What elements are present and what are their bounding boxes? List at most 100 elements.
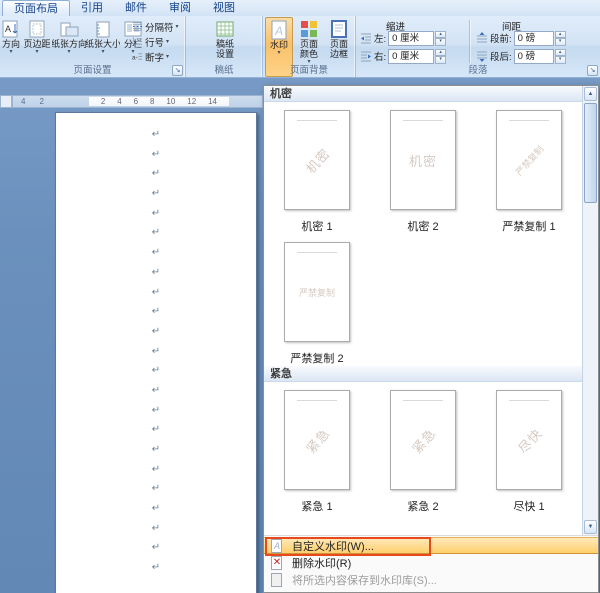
watermark-option-jinji2[interactable]: 紧急 紧急 2 <box>370 390 476 514</box>
paragraph-mark: ↵ <box>151 266 161 278</box>
svg-text:2: 2 <box>132 42 135 47</box>
custom-watermark-icon: A <box>269 538 285 553</box>
watermark-option-jimi1[interactable]: 机密 机密 1 <box>264 110 370 234</box>
paragraph-mark: ↵ <box>151 247 161 259</box>
ribbon: A 方向 ▾ 页边距 ▾ 纸张方向 ▾ 纸张大小 ▾ 分栏 ▾ 分隔符 ▾ 1 … <box>0 16 600 78</box>
remove-watermark-menu-item[interactable]: ✕ 删除水印(R) <box>264 554 598 571</box>
watermark-option-jinji1[interactable]: 紧急 紧急 1 <box>264 390 370 514</box>
ruler-number: 8 <box>150 97 155 106</box>
scroll-up-icon[interactable]: ▲ <box>584 87 597 101</box>
paragraph-mark: ↵ <box>151 463 161 475</box>
spin-up-icon[interactable]: ▴ <box>435 30 447 38</box>
chevron-down-icon: ▾ <box>101 49 105 55</box>
indent-left-stepper[interactable]: ▴ ▾ <box>435 30 447 46</box>
spin-down-icon[interactable]: ▾ <box>554 56 566 64</box>
paragraph-mark: ↵ <box>151 483 161 495</box>
spacing-before-stepper[interactable]: ▴ ▾ <box>554 30 566 46</box>
orientation-button[interactable]: 纸张方向 ▾ <box>52 17 86 65</box>
svg-text:1: 1 <box>132 37 135 42</box>
watermark-option-nocopy2[interactable]: 严禁复制 严禁复制 2 <box>264 242 370 366</box>
watermark-gallery-popup: 机密 机密 机密 1 机密 机密 2 严禁复制 严禁复制 1 严禁复制 严禁复制… <box>263 85 599 593</box>
page-color-icon <box>301 21 317 37</box>
chevron-down-icon: ▾ <box>166 53 170 60</box>
watermark-option-nocopy1[interactable]: 严禁复制 严禁复制 1 <box>476 110 582 234</box>
spacing-after-label: 段后: <box>490 52 512 63</box>
spacing-before-icon <box>477 32 487 43</box>
spin-up-icon[interactable]: ▴ <box>435 48 447 56</box>
dialog-launcher-icon[interactable] <box>172 65 183 76</box>
page-color-button[interactable]: 页面 颜色 ▾ <box>294 17 324 65</box>
document-page[interactable]: ↵ ↵ ↵ ↵ ↵ ↵ ↵ ↵ ↵ ↵ ↵ ↵ ↵ ↵ ↵ ↵ ↵ ↵ ↵ ↵ ↵ ↵ ↵ <box>55 112 257 593</box>
watermark-option-jimi2[interactable]: 机密 机密 2 <box>370 110 476 234</box>
breaks-button[interactable]: 分隔符 ▾ <box>132 19 185 34</box>
ruler-number: 14 <box>208 97 217 106</box>
chevron-down-icon: ▾ <box>175 23 179 30</box>
spin-up-icon[interactable]: ▴ <box>554 30 566 38</box>
spin-down-icon[interactable]: ▾ <box>554 38 566 46</box>
spin-down-icon[interactable]: ▾ <box>435 56 447 64</box>
spacing-after-input[interactable]: 0 磅 <box>513 48 554 64</box>
chevron-down-icon: ▾ <box>67 49 71 55</box>
ruler-numbers: 2 4 6 8 10 12 14 <box>89 97 229 106</box>
paragraph-mark: ↵ <box>151 522 161 534</box>
spacing-after-stepper[interactable]: ▴ ▾ <box>554 48 566 64</box>
gallery-scrollbar[interactable]: ▲ ▼ <box>582 86 598 535</box>
watermark-thumbnail: 严禁复制 <box>284 242 350 342</box>
ribbon-tab-bar: 页面布局 引用 邮件 审阅 视图 <box>0 0 600 16</box>
watermark-thumbnail: 紧急 <box>284 390 350 490</box>
scroll-down-icon[interactable]: ▼ <box>584 520 597 534</box>
spacing-after-icon <box>477 51 487 62</box>
watermark-thumbnail: 机密 <box>390 110 456 210</box>
margins-button[interactable]: 页边距 ▾ <box>22 17 52 65</box>
tab-mailings[interactable]: 邮件 <box>114 0 158 16</box>
dialog-launcher-icon[interactable] <box>587 65 598 76</box>
orientation-icon <box>60 22 79 37</box>
watermark-icon: A <box>271 20 287 40</box>
manuscript-setup-button[interactable]: 稿纸 设置 <box>208 17 242 65</box>
group-inner-divider <box>469 20 470 63</box>
paragraph-mark: ↵ <box>151 542 161 554</box>
indent-right-stepper[interactable]: ▴ ▾ <box>435 48 447 64</box>
ribbon-group-page-setup: A 方向 ▾ 页边距 ▾ 纸张方向 ▾ 纸张大小 ▾ 分栏 ▾ 分隔符 ▾ 1 … <box>0 16 186 77</box>
paragraph-mark: ↵ <box>151 207 161 219</box>
paragraph-mark: ↵ <box>151 148 161 160</box>
svg-text:A: A <box>5 24 11 34</box>
horizontal-ruler[interactable]: 42 2 4 6 8 10 12 14 <box>12 95 263 108</box>
paragraph-mark: ↵ <box>151 404 161 416</box>
custom-watermark-menu-item[interactable]: A 自定义水印(W)... <box>264 537 598 556</box>
tab-selector-box[interactable] <box>0 95 12 108</box>
gallery-section-header-urgent: 紧急 <box>264 366 582 382</box>
tab-view[interactable]: 视图 <box>202 0 246 16</box>
paragraph-mark: ↵ <box>151 129 161 140</box>
indent-right-label: 右: <box>374 52 387 63</box>
spin-up-icon[interactable]: ▴ <box>554 48 566 56</box>
scrollbar-thumb[interactable] <box>584 103 597 203</box>
spin-down-icon[interactable]: ▾ <box>435 38 447 46</box>
indent-right-icon <box>361 51 371 62</box>
watermark-option-jinkuai1[interactable]: 尽快 尽快 1 <box>476 390 582 514</box>
paragraph-mark: ↵ <box>151 227 161 239</box>
paragraph-mark: ↵ <box>151 365 161 377</box>
paragraph-mark: ↵ <box>151 503 161 515</box>
spacing-before-input[interactable]: 0 磅 <box>513 30 554 46</box>
watermark-thumbnail: 尽快 <box>496 390 562 490</box>
chevron-down-icon: ▾ <box>166 38 170 45</box>
tab-references[interactable]: 引用 <box>70 0 114 16</box>
paper-size-button[interactable]: 纸张大小 ▾ <box>86 17 120 65</box>
hyphenation-button[interactable]: a- 断字 ▾ <box>132 49 185 64</box>
tab-review[interactable]: 审阅 <box>158 0 202 16</box>
line-numbers-button[interactable]: 12 行号 ▾ <box>132 34 185 49</box>
indent-left-input[interactable]: 0 厘米 <box>388 30 435 46</box>
save-to-watermark-gallery-menu-item: 将所选内容保存到水印库(S)... <box>264 571 598 588</box>
page-borders-button[interactable]: 页面 边框 <box>324 17 354 65</box>
tab-page-layout[interactable]: 页面布局 <box>2 0 70 16</box>
chevron-down-icon: ▾ <box>277 50 281 56</box>
text-direction-button[interactable]: A 方向 ▾ <box>0 17 22 65</box>
ribbon-group-paragraph: 缩进 间距 左: 0 厘米 ▴ ▾ 右: 0 厘米 ▴ ▾ 段前: 0 磅 ▴ ▾ 段… <box>356 16 600 77</box>
watermark-menu: A 自定义水印(W)... ✕ 删除水印(R) 将所选内容保存到水印库(S)..… <box>264 535 598 592</box>
ruler-number: 12 <box>187 97 197 106</box>
ribbon-group-manuscript: 稿纸 设置 稿纸 <box>186 16 263 77</box>
indent-left-icon <box>361 33 371 44</box>
hyphenation-icon: a- <box>132 53 143 61</box>
indent-right-input[interactable]: 0 厘米 <box>388 48 435 64</box>
